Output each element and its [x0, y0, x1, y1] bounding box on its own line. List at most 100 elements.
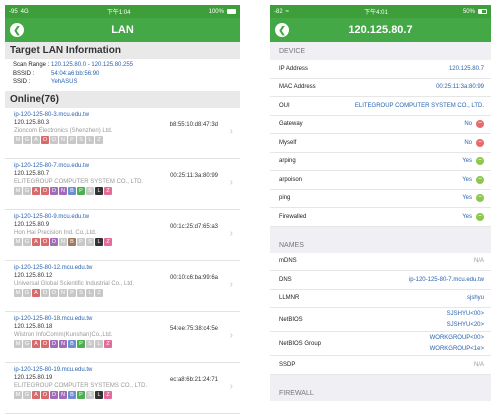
device-tag: S	[77, 288, 85, 297]
device-tag: G	[23, 186, 31, 195]
device-tag: P	[77, 237, 85, 246]
name-value-line: SJSHYU<20>	[446, 321, 484, 328]
device-list-item[interactable]: ip-120-125-80-9.mcu.edu.tw 120.125.80.9 00…	[5, 210, 240, 261]
device-mac: ec:a8:6b:21:24:71	[169, 376, 218, 383]
detail-row: arpoison Yes −	[270, 171, 491, 190]
status-no-icon: −	[476, 138, 484, 147]
name-label: NetBIOS	[279, 316, 303, 323]
device-hostname: ip-120-125-80-7.mcu.edu.tw	[14, 162, 90, 169]
device-tags: MGAODNBPSLZ	[14, 186, 232, 195]
device-tag: Z	[95, 288, 103, 297]
chevron-right-icon: ›	[229, 227, 233, 239]
device-tag: L	[86, 288, 94, 297]
device-tag: S	[77, 135, 85, 144]
device-section-heading: DEVICE	[270, 42, 491, 60]
device-tag: D	[50, 288, 58, 297]
info-row: BSSID : 54:04:a6:bb:56:90	[13, 70, 232, 79]
device-tag: A	[32, 339, 40, 348]
device-tag: P	[77, 186, 85, 195]
name-row: DNS ip-120-125-80-7.mcu.edu.tw	[270, 271, 491, 290]
status-bar: -82 ≈ 下午4:01 50%	[270, 5, 491, 18]
device-details: IP Address 120.125.80.7 MAC Address 00:25:1…	[270, 60, 491, 227]
device-tags: MGAODNPSLZ	[14, 135, 232, 144]
name-value: N/A	[473, 258, 484, 265]
detail-value: 120.125.80.7	[449, 66, 484, 72]
status-yes-icon: −	[476, 157, 484, 166]
chevron-right-icon: ›	[229, 329, 233, 341]
detail-value-text: 120.125.80.7	[448, 65, 484, 72]
info-key: SSID :	[13, 79, 31, 85]
name-values: WORKGROUP<00> WORKGROUP<1e>	[430, 335, 484, 353]
detail-value-text: Yes	[462, 176, 472, 183]
lan-screen: -95 4G 下午1:04 100% ❮ LAN Target LAN Info…	[5, 5, 240, 414]
device-tag: O	[41, 135, 49, 144]
back-arrow-icon[interactable]: ❮	[275, 23, 289, 37]
target-lan-info: Scan Range :120.125.80.0 - 120.125.80.25…	[5, 59, 240, 91]
nav-bar: ❮ LAN	[5, 18, 240, 42]
device-tag: P	[68, 288, 76, 297]
device-mac: b8:55:10:d8:47:3d	[169, 121, 218, 128]
device-tag: Z	[104, 339, 112, 348]
device-list-item[interactable]: ip-120-125-80-18.mcu.edu.tw 120.125.80.18…	[5, 312, 240, 363]
device-tag: S	[86, 339, 94, 348]
device-list-item[interactable]: ip-120-125-80-3.mcu.edu.tw 120.125.80.3 b8…	[5, 108, 240, 159]
signal-strength: -95	[9, 8, 18, 15]
battery-icon	[477, 9, 487, 14]
device-tag: M	[14, 135, 22, 144]
device-tag: N	[59, 237, 67, 246]
device-tag: B	[68, 237, 76, 246]
device-tag: A	[32, 390, 40, 399]
name-row: NetBIOS SJSHYU<00> SJSHYU<20>	[270, 308, 491, 332]
device-mac: 54:ee:75:38:c4:5e	[169, 325, 218, 332]
device-list: ip-120-125-80-3.mcu.edu.tw 120.125.80.3 b8…	[5, 108, 240, 414]
name-label: LLMNR	[279, 295, 300, 302]
detail-row: Myself No −	[270, 134, 491, 153]
detail-value: Yes −	[462, 194, 484, 203]
device-list-item[interactable]: ip-120-125-80-7.mcu.edu.tw 120.125.80.7 00…	[5, 159, 240, 210]
detail-row: Firewalled Yes −	[270, 208, 491, 227]
device-tag: S	[86, 186, 94, 195]
signal-strength: -82	[274, 8, 283, 15]
back-arrow-icon[interactable]: ❮	[10, 23, 24, 37]
detail-value: Yes −	[462, 175, 484, 184]
device-tags: MGAODNPSLZ	[14, 288, 232, 297]
device-mac: 00:25:11:3a:80:99	[170, 172, 218, 179]
detail-label: IP Address	[279, 65, 308, 72]
detail-value: ELITEGROUP COMPUTER SYSTEM CO., LTD.	[355, 103, 484, 109]
device-list-item[interactable]: ip-120-125-80-19.mcu.edu.tw 120.125.80.19…	[5, 363, 240, 414]
device-tag: N	[59, 135, 67, 144]
detail-label: ping	[279, 195, 291, 202]
device-tag: D	[50, 390, 58, 399]
target-lan-heading: Target LAN Information	[5, 42, 240, 59]
firewall-section-heading: FIREWALL	[270, 374, 491, 401]
device-vendor: Wistron InfoComm(Kunshan)Co.,Ltd.	[14, 331, 113, 338]
detail-row: ping Yes −	[270, 190, 491, 208]
device-tag: G	[23, 390, 31, 399]
detail-value-text: No	[464, 139, 472, 146]
status-yes-icon: −	[476, 212, 484, 221]
detail-value: 00:25:11:3a:80:99	[436, 84, 484, 90]
detail-value-text: Yes	[462, 213, 472, 220]
name-row: SSDP N/A	[270, 356, 491, 375]
detail-value-text: Yes	[462, 195, 472, 202]
device-tag: L	[95, 237, 103, 246]
detail-value: Yes −	[462, 157, 484, 166]
device-tag: G	[23, 135, 31, 144]
device-vendor: Universal Global Scientific Industrial C…	[14, 280, 135, 287]
name-value-line: WORKGROUP<00>	[429, 334, 484, 341]
info-row: SSID : YehASUS	[13, 78, 232, 87]
device-tag: M	[14, 186, 22, 195]
wifi-icon: ≈	[285, 8, 289, 15]
device-tag: L	[95, 390, 103, 399]
detail-value-text: Yes	[462, 158, 472, 165]
device-tag: O	[41, 186, 49, 195]
detail-label: MAC Address	[279, 84, 316, 91]
device-tag: M	[14, 288, 22, 297]
device-list-item[interactable]: ip-120-125-80-12.mcu.edu.tw 120.125.80.12…	[5, 261, 240, 312]
device-hostname: ip-120-125-80-19.mcu.edu.tw	[14, 366, 93, 373]
battery-icon	[226, 9, 236, 14]
device-tag: B	[68, 339, 76, 348]
device-tag: Z	[104, 186, 112, 195]
device-tag: P	[68, 135, 76, 144]
name-label: NetBIOS Group	[279, 340, 322, 347]
